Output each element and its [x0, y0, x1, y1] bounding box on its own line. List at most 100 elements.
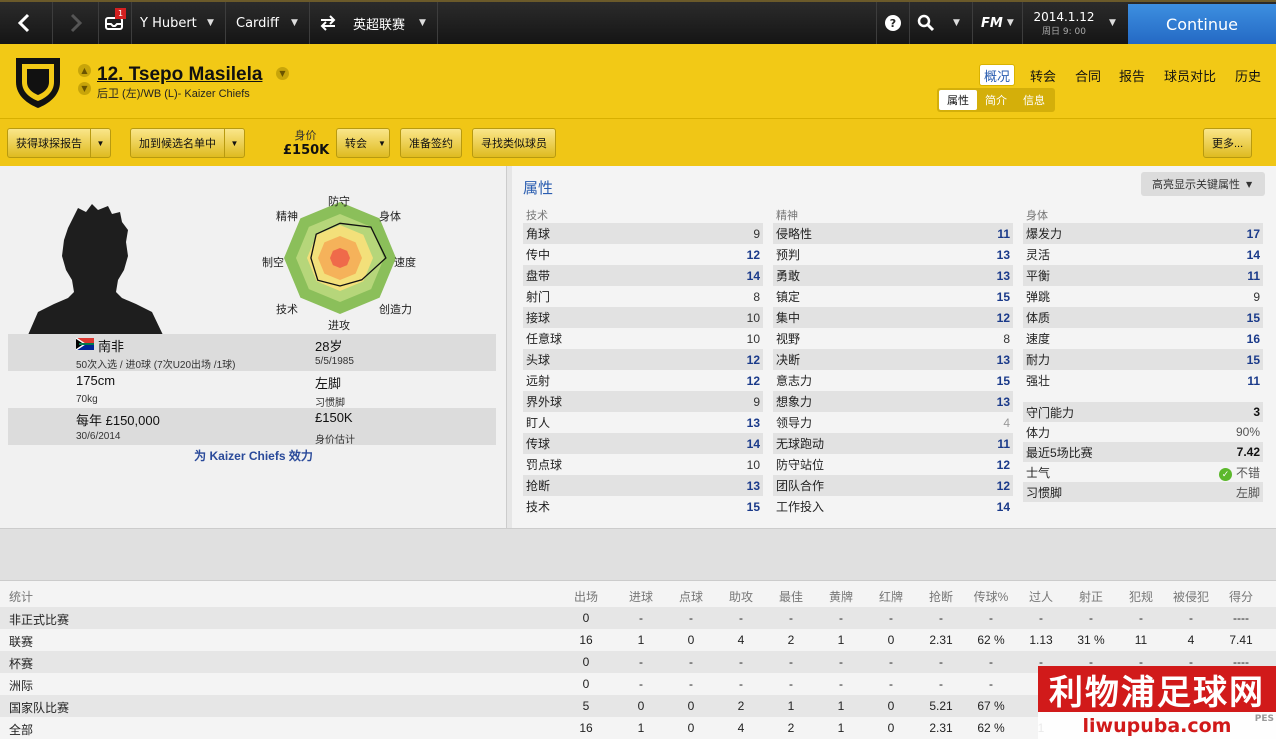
tab-history[interactable]: 历史 [1231, 64, 1265, 86]
attribute-row[interactable]: 想象力 13 [773, 391, 1013, 412]
attribute-row[interactable]: 领导力 4 [773, 412, 1013, 433]
stats-column-header[interactable]: 传球% [966, 588, 1016, 605]
forward-button[interactable] [64, 2, 86, 44]
attribute-row[interactable]: 远射 12 [523, 370, 763, 391]
more-button[interactable]: 更多... [1203, 128, 1253, 158]
attribute-row[interactable]: 头球 12 [523, 349, 763, 370]
attribute-row[interactable]: 视野 8 [773, 328, 1013, 349]
tab-transfer[interactable]: 转会 [1026, 64, 1060, 86]
tab-reports[interactable]: 报告 [1115, 64, 1149, 86]
stats-column-header[interactable]: 助攻 [716, 588, 766, 605]
attribute-row[interactable]: 集中 12 [773, 307, 1013, 328]
attribute-row[interactable]: 角球 9 [523, 223, 763, 244]
attribute-row[interactable]: 强壮 11 [1023, 370, 1263, 391]
attribute-row[interactable]: 传中 12 [523, 244, 763, 265]
stats-column-header[interactable]: 黄牌 [816, 588, 866, 605]
attribute-row[interactable]: 体质 15 [1023, 307, 1263, 328]
inbox-button[interactable]: 1 [104, 2, 126, 44]
attribute-row[interactable]: 界外球 9 [523, 391, 763, 412]
stats-column-header[interactable]: 进球 [616, 588, 666, 605]
attribute-row[interactable]: 盘带 14 [523, 265, 763, 286]
prepare-contract-button[interactable]: 准备签约 [400, 128, 462, 158]
attribute-row[interactable]: 工作投入 14 [773, 496, 1013, 517]
stats-row[interactable]: 非正式比赛 0- - - - - - - - - - - - ---- [0, 607, 1276, 629]
tab-contract[interactable]: 合同 [1071, 64, 1105, 86]
prepare-contract-label: 准备签约 [409, 138, 453, 150]
search-button[interactable] [917, 2, 935, 44]
stats-column-header[interactable]: 点球 [666, 588, 716, 605]
tab-compare[interactable]: 球员对比 [1160, 64, 1220, 86]
attribute-row[interactable]: 团队合作 12 [773, 475, 1013, 496]
subtab-profile[interactable]: 简介 [977, 90, 1015, 110]
attribute-row[interactable]: 速度 16 [1023, 328, 1263, 349]
previous-player-button[interactable]: ▲ [78, 64, 91, 77]
attribute-row[interactable]: 接球 10 [523, 307, 763, 328]
attribute-row[interactable]: 罚点球 10 [523, 454, 763, 475]
attribute-row[interactable]: 侵略性 11 [773, 223, 1013, 244]
stats-column-header[interactable]: 红牌 [866, 588, 916, 605]
highlight-key-attributes-button[interactable]: 高亮显示关键属性 ▼ [1141, 172, 1265, 196]
attribute-row[interactable]: 任意球 10 [523, 328, 763, 349]
competition-menu[interactable]: 英超联赛 [353, 2, 405, 44]
stats-cell: - [739, 655, 743, 669]
attribute-name: 强壮 [1026, 374, 1051, 388]
stats-column-header[interactable]: 过人 [1016, 588, 1066, 605]
stats-cell: 2 [737, 699, 745, 713]
attribute-row[interactable]: 射门 8 [523, 286, 763, 307]
subtab-info[interactable]: 信息 [1015, 90, 1053, 110]
attribute-row[interactable]: 技术 15 [523, 496, 763, 517]
nation-name[interactable]: 南非 [98, 336, 124, 355]
attribute-row[interactable]: 防守站位 12 [773, 454, 1013, 475]
stats-row[interactable]: 联赛 16 1 0 4 2 1 0 2.31 62 % 1.13 31 % 11 4 7.41 [0, 629, 1276, 651]
stats-column-header[interactable]: 犯规 [1116, 588, 1166, 605]
competition-dropdown[interactable]: ▼ [419, 2, 426, 44]
attribute-name: 头球 [526, 353, 551, 367]
stats-column-header[interactable]: 出场 [561, 588, 611, 605]
attribute-row[interactable]: 弹跳 9 [1023, 286, 1263, 307]
date-dropdown[interactable]: ▼ [1109, 2, 1116, 44]
attribute-row[interactable]: 抢断 13 [523, 475, 763, 496]
attribute-row[interactable]: 意志力 15 [773, 370, 1013, 391]
help-button[interactable]: ? [884, 2, 902, 44]
switch-button[interactable] [318, 2, 338, 44]
stats-column-header[interactable]: 抢断 [916, 588, 966, 605]
fm-menu[interactable]: FM ▼ [981, 2, 1014, 44]
attribute-row[interactable]: 传球 14 [523, 433, 763, 454]
stats-column-header[interactable]: 被侵犯 [1166, 588, 1216, 605]
attribute-row[interactable]: 勇敢 13 [773, 265, 1013, 286]
club-dropdown[interactable]: ▼ [291, 2, 298, 44]
attribute-row[interactable]: 预判 13 [773, 244, 1013, 265]
info-row-nation: 南非 50次入选 / 进0球 (7次U20出场 /1球) 28岁 5/5/198… [8, 334, 496, 371]
extra-info-value-text: 不错 [1235, 465, 1260, 480]
attribute-row[interactable]: 灵活 14 [1023, 244, 1263, 265]
attribute-row[interactable]: 耐力 15 [1023, 349, 1263, 370]
plays-for-link[interactable]: 为 Kaizer Chiefs 效力 [0, 447, 507, 464]
attribute-row[interactable]: 爆发力 17 [1023, 223, 1263, 244]
stats-column-header[interactable]: 得分 [1216, 588, 1266, 605]
tab-overview[interactable]: 概况 [979, 64, 1016, 86]
next-player-button[interactable]: ▼ [78, 82, 91, 95]
attribute-row[interactable]: 无球跑动 11 [773, 433, 1013, 454]
transfer-button[interactable]: 转会 ▼ [336, 128, 390, 158]
manager-dropdown[interactable]: ▼ [207, 2, 214, 44]
continue-button[interactable]: Continue [1128, 4, 1276, 44]
stats-column-header[interactable]: 最佳 [766, 588, 816, 605]
player-menu-button[interactable]: ▼ [276, 67, 289, 80]
extra-info-value-text: 左脚 [1235, 485, 1260, 500]
subtab-attributes[interactable]: 属性 [939, 90, 977, 110]
search-dropdown[interactable]: ▼ [953, 2, 960, 44]
attribute-row[interactable]: 盯人 13 [523, 412, 763, 433]
attribute-row[interactable]: 决断 13 [773, 349, 1013, 370]
attribute-row[interactable]: 平衡 11 [1023, 265, 1263, 286]
attribute-value: 11 [997, 436, 1010, 451]
manager-menu[interactable]: Y Hubert [140, 2, 197, 44]
shortlist-label: 加到候选名单中 [139, 138, 216, 150]
stats-column-header[interactable]: 射正 [1066, 588, 1116, 605]
find-similar-button[interactable]: 寻找类似球员 [472, 128, 556, 158]
attribute-row[interactable]: 镇定 15 [773, 286, 1013, 307]
back-button[interactable] [14, 2, 36, 44]
shortlist-button[interactable]: 加到候选名单中 ▼ [130, 128, 245, 158]
scout-report-button[interactable]: 获得球探报告 ▼ [7, 128, 111, 158]
player-name[interactable]: 12. Tsepo Masilela [97, 64, 262, 86]
club-menu[interactable]: Cardiff [236, 2, 279, 44]
